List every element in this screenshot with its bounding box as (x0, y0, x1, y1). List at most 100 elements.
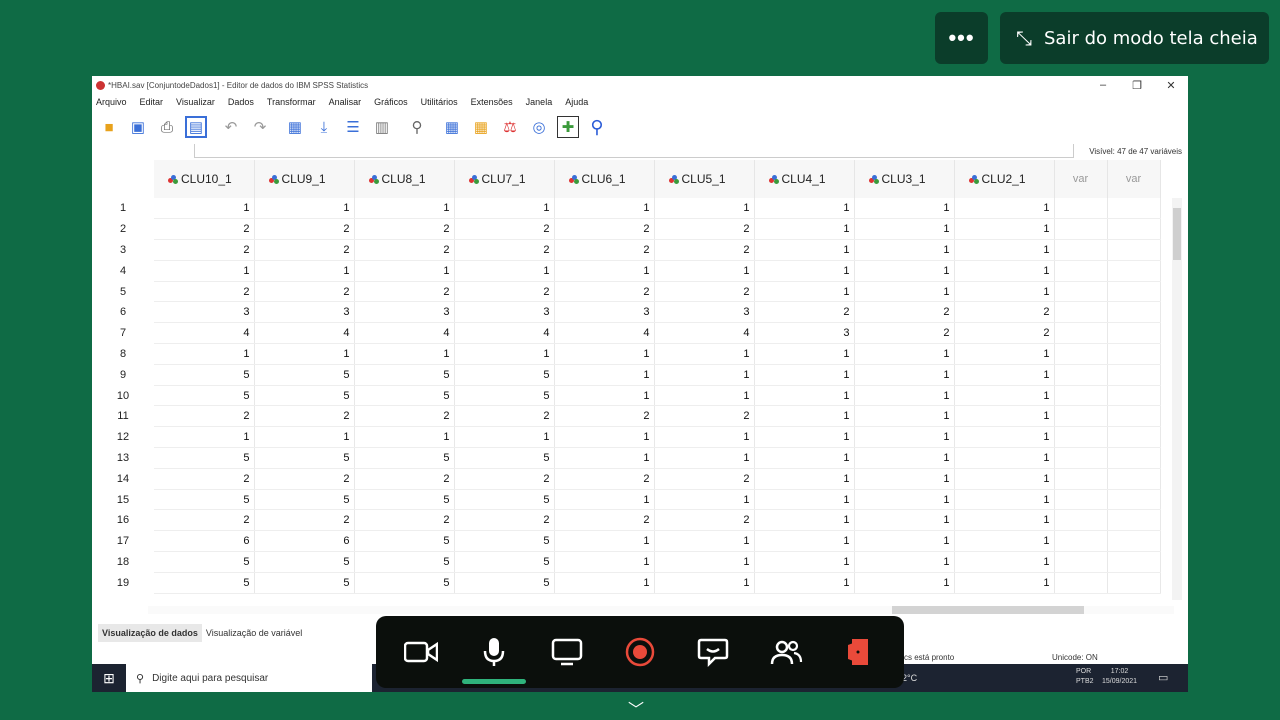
data-cell[interactable]: 5 (154, 385, 255, 407)
column-header[interactable]: CLU6_1 (554, 160, 655, 198)
data-cell[interactable]: 1 (654, 530, 755, 553)
data-cell[interactable]: 1 (854, 198, 955, 220)
data-cell[interactable]: 1 (854, 530, 955, 553)
data-cell[interactable]: 5 (354, 530, 455, 553)
data-cell[interactable]: 1 (854, 281, 955, 303)
data-cell[interactable]: 1 (954, 405, 1055, 428)
data-cell[interactable]: 3 (254, 301, 355, 324)
data-cell[interactable]: 2 (254, 239, 355, 261)
data-cell[interactable]: 2 (554, 281, 655, 303)
data-cell[interactable]: 5 (454, 572, 555, 594)
data-cell[interactable]: 2 (154, 509, 255, 532)
column-header[interactable]: CLU8_1 (354, 160, 455, 198)
data-cell[interactable]: 1 (154, 426, 255, 449)
empty-cell[interactable] (1054, 198, 1108, 220)
data-cell[interactable]: 1 (454, 343, 555, 365)
row-number[interactable]: 8 (92, 344, 154, 365)
data-cell[interactable]: 1 (954, 218, 1055, 241)
undo-icon[interactable]: ↶ (220, 116, 242, 138)
data-cell[interactable]: 2 (554, 405, 655, 428)
empty-cell[interactable] (1107, 509, 1161, 532)
run-descriptives-icon[interactable]: ▥ (371, 116, 393, 138)
data-cell[interactable]: 1 (554, 260, 655, 282)
empty-cell[interactable] (1107, 260, 1161, 282)
menu-janela[interactable]: Janela (526, 97, 553, 107)
empty-cell[interactable] (1107, 447, 1161, 469)
data-cell[interactable]: 1 (754, 489, 855, 511)
data-cell[interactable]: 2 (354, 468, 455, 490)
row-number[interactable]: 14 (92, 468, 154, 489)
empty-cell[interactable] (1054, 572, 1108, 594)
row-number[interactable]: 19 (92, 572, 154, 593)
row-number[interactable]: 10 (92, 385, 154, 406)
column-header[interactable]: CLU9_1 (254, 160, 355, 198)
empty-cell[interactable] (1054, 343, 1108, 365)
insert-cases-icon[interactable]: ▦ (441, 116, 463, 138)
row-number[interactable]: 4 (92, 260, 154, 281)
data-cell[interactable]: 2 (454, 239, 555, 261)
row-number[interactable]: 1 (92, 198, 154, 219)
data-cell[interactable]: 1 (254, 260, 355, 282)
row-number[interactable]: 2 (92, 219, 154, 240)
data-cell[interactable]: 3 (654, 301, 755, 324)
data-cell[interactable]: 1 (754, 281, 855, 303)
empty-cell[interactable] (1054, 385, 1108, 407)
data-cell[interactable]: 5 (154, 364, 255, 386)
data-cell[interactable]: 2 (154, 239, 255, 261)
data-cell[interactable]: 2 (354, 405, 455, 428)
windows-start-icon[interactable]: ⊞ (92, 664, 126, 692)
goto-case-icon[interactable]: ▦ (284, 116, 306, 138)
row-number[interactable]: 17 (92, 531, 154, 552)
data-cell[interactable]: 4 (254, 322, 355, 345)
data-cell[interactable]: 1 (854, 489, 955, 511)
data-cell[interactable]: 1 (554, 572, 655, 594)
data-cell[interactable]: 1 (654, 551, 755, 573)
data-cell[interactable]: 1 (854, 468, 955, 490)
data-cell[interactable]: 1 (254, 343, 355, 365)
data-cell[interactable]: 1 (454, 260, 555, 282)
data-cell[interactable]: 2 (854, 322, 955, 345)
horizontal-scrollbar[interactable] (148, 606, 1174, 614)
data-cell[interactable]: 2 (254, 405, 355, 428)
screen-share-icon[interactable] (537, 622, 597, 682)
use-sets-icon[interactable]: ✚ (557, 116, 579, 138)
column-header[interactable]: CLU4_1 (754, 160, 855, 198)
empty-cell[interactable] (1054, 509, 1108, 532)
data-cell[interactable]: 5 (154, 447, 255, 469)
data-cell[interactable]: 2 (454, 468, 555, 490)
empty-cell[interactable] (1107, 301, 1161, 324)
data-cell[interactable]: 1 (754, 530, 855, 553)
data-cell[interactable]: 1 (654, 489, 755, 511)
empty-cell[interactable] (1107, 426, 1161, 449)
tab-variable-view[interactable]: Visualização de variável (202, 624, 306, 642)
data-cell[interactable]: 1 (754, 239, 855, 261)
minimize-icon[interactable]: – (1086, 79, 1120, 92)
microphone-icon[interactable] (461, 622, 526, 684)
data-cell[interactable]: 1 (754, 343, 855, 365)
empty-cell[interactable] (1107, 364, 1161, 386)
empty-cell[interactable] (1107, 468, 1161, 490)
notification-icon[interactable]: ▭ (1158, 671, 1168, 684)
data-cell[interactable]: 1 (654, 260, 755, 282)
data-cell[interactable]: 2 (354, 509, 455, 532)
data-cell[interactable]: 1 (854, 385, 955, 407)
data-cell[interactable]: 2 (654, 405, 755, 428)
empty-cell[interactable] (1107, 385, 1161, 407)
data-cell[interactable]: 1 (954, 468, 1055, 490)
language-indicator[interactable]: POR PTB2 (1076, 667, 1094, 687)
empty-cell[interactable] (1107, 572, 1161, 594)
save-icon[interactable]: ▣ (127, 116, 149, 138)
empty-variable-header[interactable]: var (1107, 160, 1161, 198)
taskbar-search-box[interactable]: ⚲ Digite aqui para pesquisar (126, 664, 372, 692)
data-cell[interactable]: 2 (354, 218, 455, 241)
empty-cell[interactable] (1054, 364, 1108, 386)
value-labels-icon[interactable]: ◎ (528, 116, 550, 138)
data-cell[interactable]: 1 (954, 260, 1055, 282)
data-cell[interactable]: 1 (654, 343, 755, 365)
empty-cell[interactable] (1054, 447, 1108, 469)
data-cell[interactable]: 4 (454, 322, 555, 345)
data-cell[interactable]: 5 (454, 489, 555, 511)
empty-cell[interactable] (1054, 239, 1108, 261)
empty-cell[interactable] (1107, 198, 1161, 220)
empty-cell[interactable] (1054, 218, 1108, 241)
